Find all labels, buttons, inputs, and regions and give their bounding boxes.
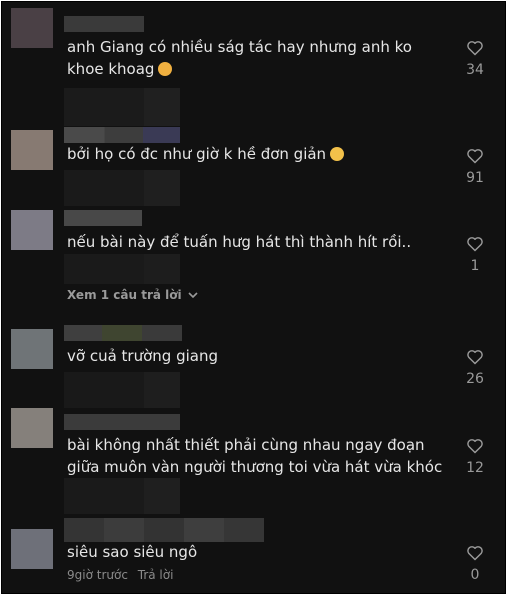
comment-meta: 9giờ trước Trả lời xyxy=(67,568,179,582)
view-replies-link[interactable]: Xem 1 câu trả lời xyxy=(67,288,198,302)
timestamp: 9giờ trước xyxy=(67,568,128,582)
like-count: 12 xyxy=(466,460,484,476)
username-blurred[interactable] xyxy=(64,325,182,341)
avatar[interactable] xyxy=(11,329,53,369)
reply-button[interactable]: Trả lời xyxy=(138,568,174,582)
like-button[interactable]: 12 xyxy=(450,438,500,476)
like-count: 26 xyxy=(466,371,484,387)
heart-icon xyxy=(467,439,483,454)
comments-panel: anh Giang có nhiều ság tác hay nhưng anh… xyxy=(1,1,506,594)
avatar[interactable] xyxy=(11,8,53,48)
username-blurred[interactable] xyxy=(64,16,144,32)
heart-icon xyxy=(467,546,483,561)
chevron-down-icon xyxy=(188,291,198,298)
comment-text: anh Giang có nhiều ság tác hay nhưng anh… xyxy=(67,38,412,78)
username-blurred[interactable] xyxy=(64,518,264,542)
heart-icon xyxy=(467,237,483,252)
heart-icon xyxy=(467,350,483,365)
like-button[interactable]: 0 xyxy=(450,545,500,583)
avatar[interactable] xyxy=(11,529,53,569)
like-button[interactable]: 1 xyxy=(450,236,500,274)
view-replies-label: Xem 1 câu trả lời xyxy=(67,288,182,302)
username-blurred[interactable] xyxy=(64,210,142,226)
avatar[interactable] xyxy=(11,130,53,170)
avatar[interactable] xyxy=(11,210,53,250)
like-button[interactable]: 34 xyxy=(450,40,500,78)
comment-text: vỡ cuả trường giang xyxy=(67,347,218,365)
like-count: 0 xyxy=(470,567,480,583)
smiling-face-with-hearts-icon xyxy=(158,62,173,76)
like-button[interactable]: 91 xyxy=(450,148,500,186)
smiling-face-icon xyxy=(330,147,345,161)
like-count: 1 xyxy=(470,258,480,274)
comment-text: nếu bài này để tuấn hưg hát thì thành hí… xyxy=(67,233,412,251)
heart-icon xyxy=(467,149,483,164)
like-button[interactable]: 26 xyxy=(450,349,500,387)
heart-icon xyxy=(467,41,483,56)
username-blurred[interactable] xyxy=(64,127,180,143)
like-count: 34 xyxy=(466,62,484,78)
username-blurred[interactable] xyxy=(64,414,180,430)
comment-text: siêu sao siêu ngô xyxy=(67,543,198,561)
avatar[interactable] xyxy=(11,408,53,448)
like-count: 91 xyxy=(466,170,484,186)
comment-text: bởi họ có đc như giờ k hề đơn giản xyxy=(67,143,452,165)
